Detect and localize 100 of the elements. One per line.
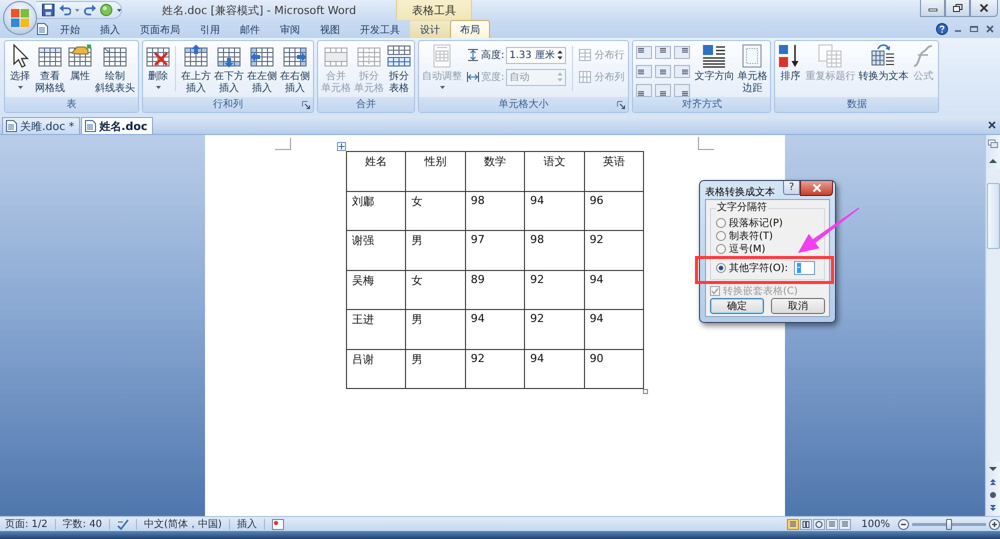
- help-button[interactable]: ?: [783, 181, 800, 195]
- ribbon-button[interactable]: 排序: [777, 42, 804, 83]
- table-cell: 94: [530, 352, 544, 364]
- page-count[interactable]: 页面: 1/2: [5, 517, 48, 531]
- radio-option[interactable]: 段落标记(P): [716, 216, 821, 229]
- undo-icon[interactable]: [58, 3, 72, 17]
- document-tab[interactable]: 关雎.doc *: [2, 117, 80, 134]
- ribbon-button[interactable]: 在左侧 插入: [246, 42, 278, 95]
- minimize-button[interactable]: [920, 0, 945, 17]
- close-button[interactable]: [970, 0, 998, 17]
- ribbon-button[interactable]: 在下方 插入: [213, 42, 245, 95]
- ribbon-button[interactable]: 查看 网格线: [34, 42, 66, 95]
- scrollbar-thumb[interactable]: [986, 183, 1000, 249]
- column-header: 英语: [602, 155, 625, 168]
- spinner-icon[interactable]: [557, 49, 564, 61]
- row-height-icon: [467, 49, 479, 61]
- tick-icon[interactable]: [116, 518, 129, 530]
- two-column-view-icon[interactable]: [800, 518, 812, 530]
- ribbon-button[interactable]: 转换为文本: [857, 42, 910, 83]
- ribbon-tab[interactable]: 视图: [310, 20, 350, 38]
- document-tab[interactable]: 姓名.doc: [81, 117, 154, 134]
- radio-option[interactable]: 制表符(T): [716, 229, 821, 242]
- scroll-up-icon[interactable]: [987, 156, 999, 166]
- scroll-down-icon[interactable]: [987, 464, 999, 474]
- align-cell-icon[interactable]: [636, 46, 652, 59]
- ribbon-button[interactable]: 拆分 表格: [386, 42, 412, 95]
- table-cell: 92: [530, 272, 544, 286]
- ribbon-button[interactable]: 绘制 斜线表头: [94, 42, 136, 95]
- ribbon-tab[interactable]: 插入: [90, 20, 130, 38]
- zoom-out-icon[interactable]: [898, 518, 909, 530]
- document-icon[interactable]: [37, 23, 48, 35]
- table-to-text-icon: [871, 44, 896, 68]
- ribbon-button[interactable]: 在上方 插入: [180, 42, 212, 95]
- align-cell-icon[interactable]: [674, 46, 690, 59]
- table-cell: 92: [470, 352, 485, 364]
- page-view-icon[interactable]: [787, 518, 800, 530]
- circle-view-icon[interactable]: [813, 518, 826, 530]
- ribbon-button[interactable]: 删除: [145, 42, 171, 89]
- ribbon-tab[interactable]: 引用: [190, 20, 230, 38]
- align-cell-icon[interactable]: [674, 65, 690, 78]
- draft-view-icon[interactable]: [839, 518, 852, 530]
- word-count[interactable]: 字数: 40: [62, 517, 102, 531]
- align-cell-icon[interactable]: [655, 46, 672, 59]
- close-icon[interactable]: [988, 121, 996, 129]
- table-cell: 刘鄘: [352, 194, 374, 208]
- table-move-handle-icon[interactable]: [337, 142, 346, 151]
- redo-icon[interactable]: [84, 3, 96, 17]
- table-cell: 男: [411, 234, 422, 247]
- restore-button[interactable]: [945, 0, 970, 17]
- ribbon-tab[interactable]: 邮件: [230, 20, 270, 38]
- round-dot-icon[interactable]: [987, 490, 999, 500]
- align-cell-icon[interactable]: [636, 65, 652, 78]
- dialog-launcher-icon[interactable]: [617, 101, 626, 109]
- group-label: 合并: [356, 98, 376, 110]
- radio-option[interactable]: 其他字符(O): -: [716, 260, 821, 276]
- caret-icon[interactable]: [75, 8, 80, 12]
- restore-icon[interactable]: [968, 23, 980, 35]
- zoom-in-icon[interactable]: [989, 518, 1000, 530]
- zoom-slider-thumb[interactable]: [946, 518, 952, 530]
- table-resize-handle-icon[interactable]: [643, 389, 648, 394]
- ribbon-tab[interactable]: 设计: [410, 20, 450, 38]
- table-tag-icon: [68, 44, 92, 68]
- table-cell: 94: [590, 272, 604, 286]
- ribbon-button[interactable]: 属性: [67, 42, 93, 83]
- table-cell: 女: [411, 274, 422, 286]
- dialog-launcher-icon[interactable]: [302, 101, 310, 109]
- ribbon-button[interactable]: 选择: [7, 42, 33, 89]
- cell-margins-icon: [740, 44, 764, 68]
- four-squares-icon: [10, 8, 30, 28]
- stacked-windows-icon[interactable]: [987, 138, 999, 148]
- language-indicator[interactable]: 中文(简体，中国): [144, 517, 222, 531]
- align-cell-icon[interactable]: [655, 84, 672, 97]
- ribbon-button[interactable]: 在右侧 插入: [279, 42, 311, 95]
- dialog-button[interactable]: 取消: [771, 298, 825, 314]
- field-label: 宽度:: [481, 70, 504, 84]
- ribbon-button[interactable]: 文字方向: [693, 42, 736, 83]
- outline-view-icon[interactable]: [826, 518, 838, 530]
- text-lines-icon: [702, 44, 726, 68]
- align-cell-icon[interactable]: [636, 84, 652, 97]
- dialog-button[interactable]: 确定: [710, 298, 764, 314]
- insert-mode[interactable]: 插入: [236, 517, 257, 531]
- radio-option[interactable]: 逗号(M): [716, 242, 821, 255]
- caret-icon[interactable]: [116, 8, 121, 12]
- ribbon-button[interactable]: 单元格 边距: [736, 42, 768, 95]
- zoom-level[interactable]: 100%: [861, 518, 890, 530]
- orb-icon[interactable]: [100, 3, 113, 17]
- close-button[interactable]: [800, 181, 833, 196]
- ribbon-tab[interactable]: 布局: [450, 20, 490, 38]
- group-label: 单元格大小: [498, 98, 549, 110]
- column-width-icon: [467, 71, 479, 83]
- size-field[interactable]: 1.33 厘米: [506, 46, 566, 64]
- ribbon-tab[interactable]: 页面布局: [130, 20, 190, 38]
- help-icon[interactable]: [936, 23, 948, 35]
- align-cell-icon[interactable]: [674, 84, 690, 97]
- align-cell-icon[interactable]: [655, 65, 672, 78]
- table-cell: 98: [470, 194, 485, 206]
- close-icon[interactable]: [984, 23, 996, 35]
- ribbon-tab[interactable]: 审阅: [270, 20, 310, 38]
- ribbon-tab[interactable]: 开始: [50, 20, 90, 38]
- ribbon-tab[interactable]: 开发工具: [350, 20, 410, 38]
